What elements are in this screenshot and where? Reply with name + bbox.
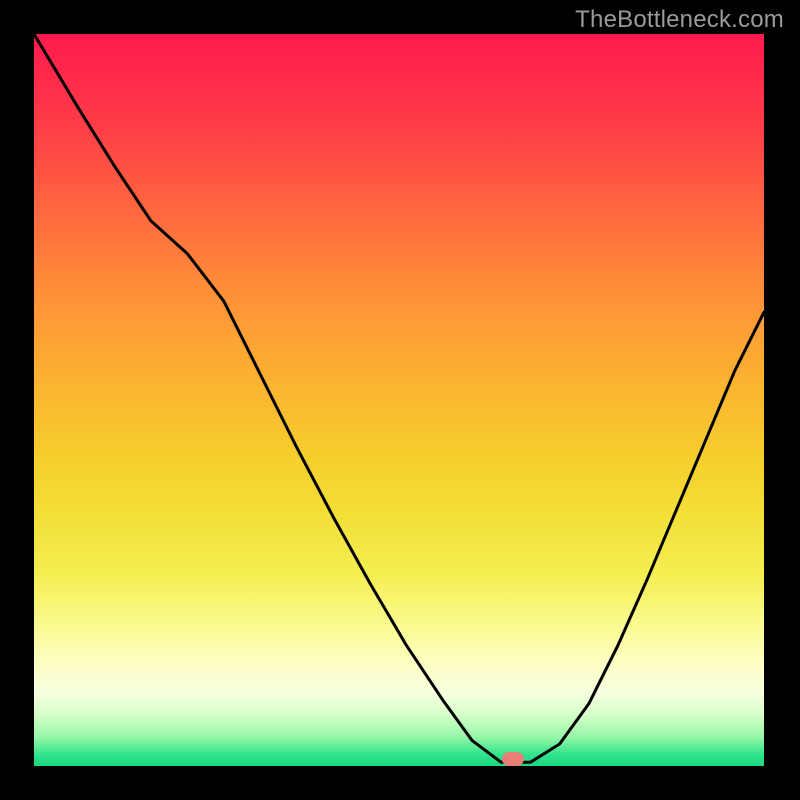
chart-frame: TheBottleneck.com bbox=[0, 0, 800, 800]
current-point-marker bbox=[502, 752, 524, 766]
bottleneck-curve bbox=[34, 34, 764, 766]
watermark-text: TheBottleneck.com bbox=[575, 6, 784, 34]
